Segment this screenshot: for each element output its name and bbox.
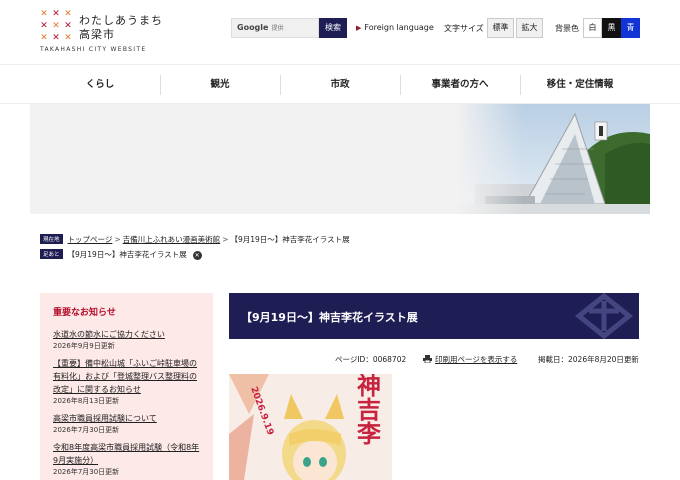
print-page-link[interactable]: 印刷用ページを表示する: [423, 354, 517, 365]
page-title: 【9月19日～】神吉李花イラスト展: [241, 311, 418, 324]
background-blue-button[interactable]: 青: [621, 18, 640, 38]
breadcrumb-link-museum[interactable]: 吉備川上ふれあい漫画美術館: [123, 235, 221, 244]
history-item-link[interactable]: 【9月19日～】神吉李花イラスト展: [68, 250, 187, 259]
page-id: ページID：0068702: [335, 355, 407, 364]
search-placeholder: 提供: [271, 25, 284, 32]
logo-mark-icon: ✕ ✕ ✕ ✕ ✕ ✕ ✕ ✕ ✕: [40, 9, 72, 43]
printer-icon: [423, 355, 432, 363]
print-link-label: 印刷用ページを表示する: [435, 355, 518, 364]
history-badge: 足あと: [40, 249, 63, 259]
notice-date: 2026年8月13日更新: [53, 397, 120, 405]
background-black-button[interactable]: 黒: [602, 18, 621, 38]
logo-city-name: 高梁市: [79, 28, 115, 41]
nav-item-relocation[interactable]: 移住・定住情報: [520, 65, 640, 105]
text-size-label: 文字サイズ: [444, 24, 484, 33]
search-input[interactable]: Google 提供: [231, 18, 319, 38]
text-size-standard-button[interactable]: 標準: [487, 18, 514, 38]
visit-history: 足あと 【9月19日～】神吉李花イラスト展 ✕: [40, 249, 202, 260]
search-button[interactable]: 検索: [319, 18, 347, 38]
search-brand: Google: [237, 23, 269, 32]
notice-link[interactable]: 令和8年度高梁市職員採用試験（令和8年9月実施分）: [53, 441, 200, 467]
breadcrumb-separator: >: [114, 235, 121, 244]
notice-date: 2026年9月9日更新: [53, 342, 115, 350]
nav-item-tourism[interactable]: 観光: [160, 65, 280, 105]
breadcrumb: 現在地 トップページ > 吉備川上ふれあい漫画美術館 > 【9月19日～】神吉李花イラスト…: [40, 234, 350, 245]
important-notices-title: 重要なお知らせ: [53, 308, 116, 318]
page-title-bar: 【9月19日～】神吉李花イラスト展: [229, 293, 639, 339]
triangle-right-icon: ▶: [356, 24, 362, 32]
list-item: 高梁市職員採用試験について 2026年7月30日更新: [53, 412, 200, 436]
logo-english: TAKAHASHI CITY WEBSITE: [40, 46, 147, 53]
foreign-language-link[interactable]: ▶ Foreign language: [356, 23, 434, 32]
breadcrumb-link-top[interactable]: トップページ: [68, 235, 113, 244]
poster-title: 神吉李: [357, 374, 381, 448]
site-header: ✕ ✕ ✕ ✕ ✕ ✕ ✕ ✕ ✕ わたしあうまち 高梁市 TAKAHASHI …: [0, 0, 680, 64]
exhibition-poster-image: 2026.9.19 神吉李: [229, 374, 392, 480]
nav-item-city-government[interactable]: 市政: [280, 65, 400, 105]
breadcrumb-separator: >: [222, 235, 229, 244]
hero-banner: [30, 104, 650, 214]
list-item: 令和8年度高梁市職員採用試験（令和8年9月実施分） 2026年7月30日更新: [53, 441, 200, 478]
global-nav: くらし 観光 市政 事業者の方へ 移住・定住情報: [0, 64, 680, 104]
notice-link[interactable]: 水道水の節水にご協力ください: [53, 328, 200, 341]
nav-item-living[interactable]: くらし: [40, 65, 160, 105]
important-notices-panel: 重要なお知らせ 水道水の節水にご協力ください 2026年9月9日更新 【重要】備…: [40, 293, 213, 480]
site-logo[interactable]: ✕ ✕ ✕ ✕ ✕ ✕ ✕ ✕ ✕ わたしあうまち 高梁市 TAKAHASHI …: [40, 10, 170, 56]
notice-date: 2026年7月30日更新: [53, 426, 120, 434]
list-item: 【重要】備中松山城「ふいご峠駐車場の有料化」および「登城整理バス整理料の改定」に…: [53, 357, 200, 407]
list-item: 水道水の節水にご協力ください 2026年9月9日更新: [53, 328, 200, 352]
museum-building-image: [455, 104, 650, 214]
current-location-badge: 現在地: [40, 234, 63, 244]
notice-link[interactable]: 高梁市職員採用試験について: [53, 412, 200, 425]
published-date: 掲載日：2026年8月20日更新: [538, 355, 639, 364]
background-white-button[interactable]: 白: [583, 18, 602, 38]
nav-item-business[interactable]: 事業者の方へ: [400, 65, 520, 105]
city-emblem-icon: [574, 293, 634, 339]
foreign-language-label: Foreign language: [364, 23, 434, 32]
breadcrumb-current: 【9月19日～】神吉李花イラスト展: [230, 235, 350, 244]
background-color-label: 背景色: [555, 24, 579, 33]
notice-date: 2026年7月30日更新: [53, 468, 120, 476]
close-icon[interactable]: ✕: [192, 251, 202, 260]
text-size-large-button[interactable]: 拡大: [516, 18, 543, 38]
notice-link[interactable]: 【重要】備中松山城「ふいご峠駐車場の有料化」および「登城整理バス整理料の改定」に…: [53, 357, 200, 396]
